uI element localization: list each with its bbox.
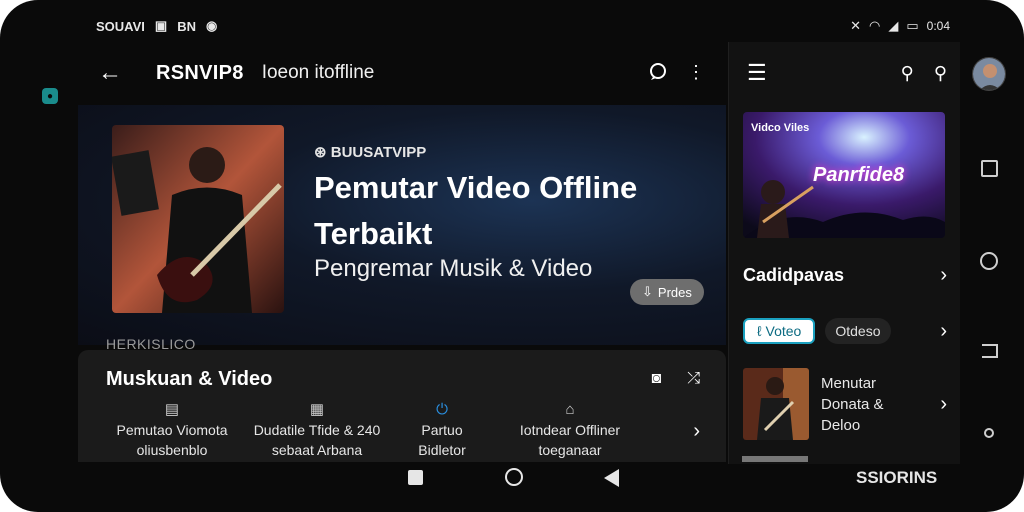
- avatar[interactable]: [972, 57, 1006, 91]
- feature-item-line1: Pemutao Viomota: [116, 422, 228, 438]
- track-list-item[interactable]: Menutar Donata & Deloo ›: [743, 368, 947, 440]
- bottom-sheet: Muskuan & Video ◙ ⤮ ▤ Pemutao Viomota ol…: [78, 350, 726, 462]
- message-icon: ◉: [205, 18, 218, 33]
- logo-mark-icon: ⊛: [314, 144, 331, 161]
- hero-label: ⊛ BUUSATVIPP: [314, 143, 426, 161]
- bn-indicator-icon: BN: [177, 18, 196, 34]
- feature-item-line2: sebaat Arbana: [271, 442, 363, 458]
- chevron-right-icon[interactable]: ›: [693, 420, 700, 443]
- status-bar-right: ✕ ◠ ◢ ▭ 0:04: [850, 18, 950, 34]
- feature-item-line2: Bidletor: [418, 442, 466, 458]
- category-row[interactable]: Cadidpavas ›: [743, 264, 947, 287]
- menu-icon[interactable]: ☰: [747, 60, 767, 86]
- chevron-right-icon: ›: [940, 392, 947, 415]
- feature-item-line2: toeganaar: [538, 442, 602, 458]
- folder-icon: ▦: [309, 401, 325, 418]
- battery-icon: ▭: [906, 18, 919, 33]
- category-label: Cadidpavas: [743, 265, 845, 285]
- chevron-right-icon[interactable]: ›: [940, 320, 947, 343]
- back-button[interactable]: [604, 469, 619, 487]
- dot-icon[interactable]: [984, 428, 994, 438]
- system-nav-bar: SSIORINS: [0, 462, 1024, 494]
- download-icon: ⇩: [642, 284, 653, 299]
- link-icon: ℓ: [757, 323, 762, 339]
- video-filter-pill[interactable]: ℓ Voteo: [743, 318, 816, 344]
- home-button[interactable]: [505, 468, 523, 486]
- feature-item[interactable]: ⏻ Partuo Bidletor: [388, 400, 496, 460]
- recent-bracket-icon[interactable]: [982, 344, 998, 358]
- drawer-actions: ⚲ ⚲: [901, 63, 947, 84]
- search-icon[interactable]: ⚲: [901, 63, 914, 84]
- track-thumbnail: [743, 368, 809, 440]
- nav-caption: SSIORINS: [856, 468, 938, 487]
- promo-logo: Vidco Viles: [751, 122, 810, 134]
- wifi-icon: ◠: [869, 18, 881, 33]
- feature-item[interactable]: ⌂ Iotndear Offliner toeganaar: [496, 400, 644, 460]
- home-circle-icon[interactable]: [980, 252, 998, 270]
- app-subtitle: Ioeon itoffline: [261, 62, 375, 83]
- app-shortcut-icon[interactable]: ●: [42, 88, 58, 104]
- pill-primary-label: Voteo: [765, 323, 802, 339]
- hero-title-line2: Terbaikt: [314, 216, 433, 251]
- sim-icon: ▣: [154, 18, 168, 33]
- status-clock: 0:04: [926, 19, 950, 33]
- feature-item-line1: Dudatile Tfide & 240: [253, 422, 381, 438]
- secondary-filter-pill[interactable]: Otdeso: [825, 318, 891, 344]
- feature-item[interactable]: ▤ Pemutao Viomota oliusbenblo: [98, 400, 246, 460]
- app-title: RSNVIP8: [156, 61, 244, 84]
- hero-title: Pemutar Video Offline Terbaikt: [314, 165, 694, 257]
- hero-label-text: BUUSATVIPP: [330, 144, 427, 161]
- hero-chip-button[interactable]: ⇩ Prdes: [630, 279, 704, 305]
- feature-item-line2: oliusbenblo: [136, 442, 208, 458]
- filter-row: ℓ Voteo Otdeso ›: [743, 318, 947, 344]
- hero-title-line1: Pemutar Video Offline: [314, 170, 638, 205]
- chevron-right-icon: ›: [940, 264, 947, 286]
- promo-title: Panrfide8: [813, 164, 905, 186]
- side-drawer: ☰ ⚲ ⚲ Vidco Viles Panrfide8 Cadidpavas ›…: [728, 42, 960, 464]
- more-vert-icon[interactable]: ⋮: [682, 58, 710, 86]
- hero-banner[interactable]: ⊛ BUUSATVIPP Pemutar Video Offline Terba…: [78, 105, 726, 345]
- mute-icon: ✕: [850, 18, 861, 33]
- shuffle-icon[interactable]: ⤮: [687, 370, 700, 388]
- feature-item-line1: Iotndear Offliner: [519, 422, 621, 438]
- track-text: Menutar Donata & Deloo: [821, 373, 884, 436]
- sheet-actions: ◙ ⤮: [652, 370, 700, 388]
- album-art-image[interactable]: [112, 125, 284, 313]
- feature-grid: ▤ Pemutao Viomota oliusbenblo ▦ Dudatile…: [98, 400, 698, 460]
- drawer-toolbar: ☰ ⚲ ⚲: [747, 60, 947, 86]
- track-line3: Deloo: [821, 416, 861, 434]
- document-icon: ▤: [164, 401, 180, 418]
- voice-search-icon[interactable]: ⚲: [934, 63, 947, 84]
- status-text: SOUAVI: [96, 18, 145, 34]
- app-bar: ← RSNVIP8 Ioeon itoffline ⋮: [78, 48, 726, 98]
- feature-item[interactable]: ▦ Dudatile Tfide & 240 sebaat Arbana: [246, 400, 388, 460]
- cast-icon[interactable]: ◙: [652, 370, 662, 388]
- signal-icon: ◢: [888, 18, 899, 33]
- app-bar-actions: ⋮: [644, 58, 710, 86]
- recents-button[interactable]: [408, 470, 423, 485]
- hero-chip-label: Prdes: [657, 284, 692, 300]
- hero-subtitle: Pengremar Musik & Video: [314, 255, 593, 282]
- promo-banner[interactable]: Vidco Viles Panrfide8: [743, 112, 945, 238]
- power-icon: ⏻: [436, 401, 448, 418]
- back-arrow-icon[interactable]: ←: [90, 53, 130, 93]
- sheet-title: Muskuan & Video: [106, 368, 273, 390]
- feature-item-line1: Partuo: [421, 422, 463, 438]
- track-line1: Menutar: [821, 374, 877, 392]
- overview-square-icon[interactable]: [981, 160, 998, 177]
- chat-icon[interactable]: [644, 58, 672, 86]
- status-bar-left: SOUAVI ▣ BN ◉: [96, 18, 217, 34]
- track-line2: Donata &: [821, 395, 884, 413]
- device-frame: SOUAVI ▣ BN ◉ ✕ ◠ ◢ ▭ 0:04 ● ← RSNVIP8 I…: [0, 0, 1024, 512]
- home-icon: ⌂: [565, 401, 575, 418]
